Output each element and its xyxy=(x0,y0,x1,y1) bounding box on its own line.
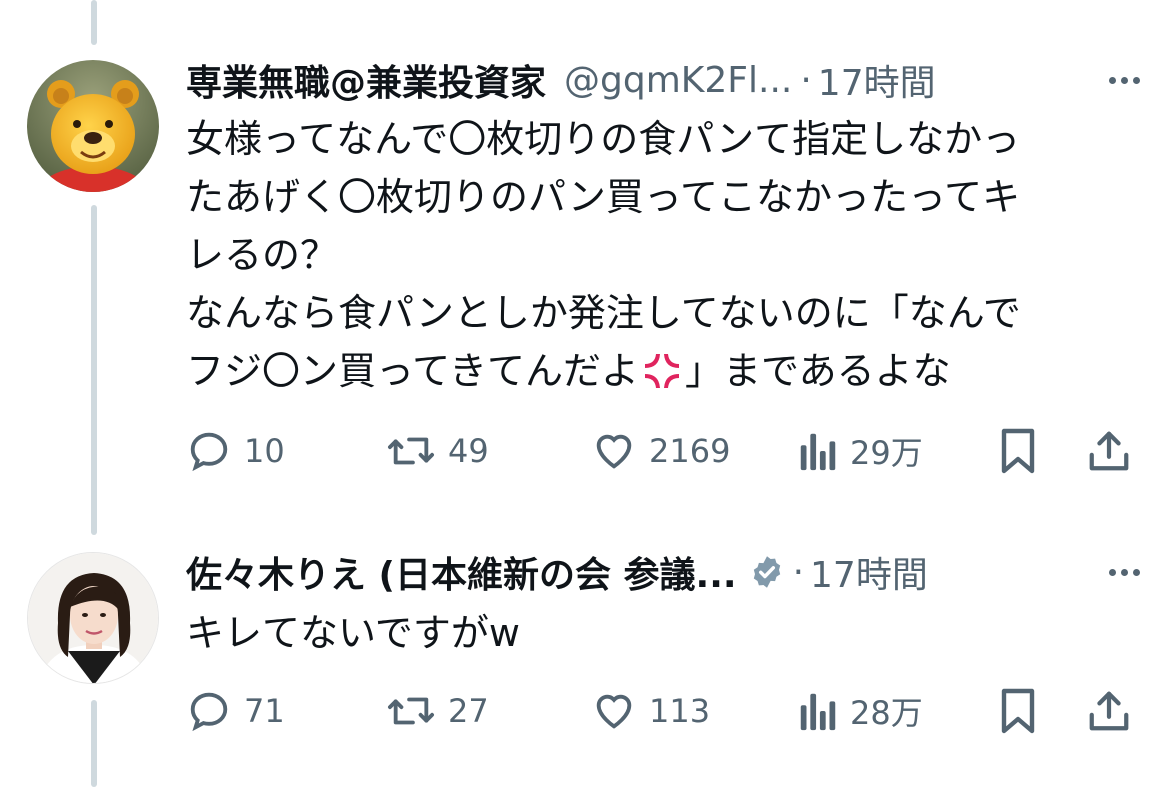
retweet-button[interactable]: 27 xyxy=(386,686,489,736)
tweet-1-line-5: フジ〇ン買ってきてんだよ 」まであるよな xyxy=(186,342,1021,400)
anger-symbol-icon xyxy=(641,350,683,392)
views-chart-icon xyxy=(798,688,838,734)
tweet-1-timestamp[interactable]: 17時間 xyxy=(818,54,936,106)
share-icon xyxy=(1086,688,1132,734)
reply-count: 71 xyxy=(244,692,285,730)
thread-line-top xyxy=(91,0,97,45)
tweet-2-separator: · xyxy=(792,551,805,593)
like-count: 2169 xyxy=(649,432,731,470)
reply-count: 10 xyxy=(244,432,285,470)
retweet-button[interactable]: 49 xyxy=(386,426,489,476)
thread-line-middle xyxy=(91,205,97,535)
tweet-2-timestamp[interactable]: 17時間 xyxy=(810,546,928,598)
like-button[interactable]: 113 xyxy=(591,686,710,736)
bookmark-icon xyxy=(998,427,1038,475)
bookmark-button[interactable] xyxy=(998,686,1038,736)
tweet-1-display-name[interactable]: 専業無職@兼業投資家 xyxy=(186,54,546,106)
bookmark-button[interactable] xyxy=(998,426,1038,476)
share-button[interactable] xyxy=(1086,426,1132,476)
views-count: 29万 xyxy=(850,434,923,472)
like-count: 113 xyxy=(649,692,711,730)
tweet-2-line-1: キレてないですがw xyxy=(186,611,520,655)
tweet-2-text: キレてないですがw xyxy=(186,604,520,662)
tweet-1-line-6-text: 」まであるよな xyxy=(684,349,951,393)
views-button[interactable]: 28万 xyxy=(798,686,923,736)
share-button[interactable] xyxy=(1086,686,1132,736)
tweet-1-actions: 10 49 2169 29万 xyxy=(186,426,1136,476)
heart-icon xyxy=(591,688,637,734)
avatar-pooh[interactable] xyxy=(27,60,159,192)
tweet-1-line-1: 女様ってなんで〇枚切りの食パンて指定しなかっ xyxy=(186,117,1021,161)
verified-badge-icon xyxy=(749,554,785,590)
retweet-count: 49 xyxy=(448,432,489,470)
tweet-2-header: 佐々木りえ (日本維新の会 参議... · 17時間 xyxy=(186,546,1136,598)
views-chart-icon xyxy=(798,428,838,474)
tweet-2-actions: 71 27 113 28万 xyxy=(186,686,1136,736)
reply-icon xyxy=(186,688,232,734)
reply-button[interactable]: 10 xyxy=(186,426,285,476)
avatar-woman[interactable] xyxy=(27,552,159,684)
bookmark-icon xyxy=(998,687,1038,735)
retweet-icon xyxy=(386,428,436,474)
tweet-1-header: 専業無職@兼業投資家 @gqmK2Fl... · 17時間 xyxy=(186,54,1136,106)
tweet-1-line-4: なんなら食パンとしか発注してないのに「なんで xyxy=(186,291,1021,335)
tweet-1-handle[interactable]: @gqmK2Fl... xyxy=(564,60,792,101)
retweet-icon xyxy=(386,688,436,734)
like-button[interactable]: 2169 xyxy=(591,426,730,476)
more-options-icon[interactable] xyxy=(1109,56,1140,104)
views-button[interactable]: 29万 xyxy=(798,426,923,476)
tweet-2-display-name[interactable]: 佐々木りえ (日本維新の会 参議... xyxy=(186,546,737,598)
tweet-1-line-2: たあげく〇枚切りのパン買ってこなかったってキ xyxy=(186,175,1021,219)
reply-button[interactable]: 71 xyxy=(186,686,285,736)
tweet-1-line-5-text: フジ〇ン買ってきてんだよ xyxy=(186,349,639,393)
tweet-1-separator: · xyxy=(800,59,812,101)
thread-line-bottom xyxy=(91,700,97,787)
heart-icon xyxy=(591,428,637,474)
tweet-1-text: 女様ってなんで〇枚切りの食パンて指定しなかっ たあげく〇枚切りのパン買ってこなか… xyxy=(186,110,1021,400)
views-count: 28万 xyxy=(850,694,923,732)
retweet-count: 27 xyxy=(448,692,489,730)
more-options-icon[interactable] xyxy=(1109,548,1140,596)
reply-icon xyxy=(186,428,232,474)
share-icon xyxy=(1086,428,1132,474)
tweet-1-line-3: レるの？ xyxy=(186,233,339,277)
